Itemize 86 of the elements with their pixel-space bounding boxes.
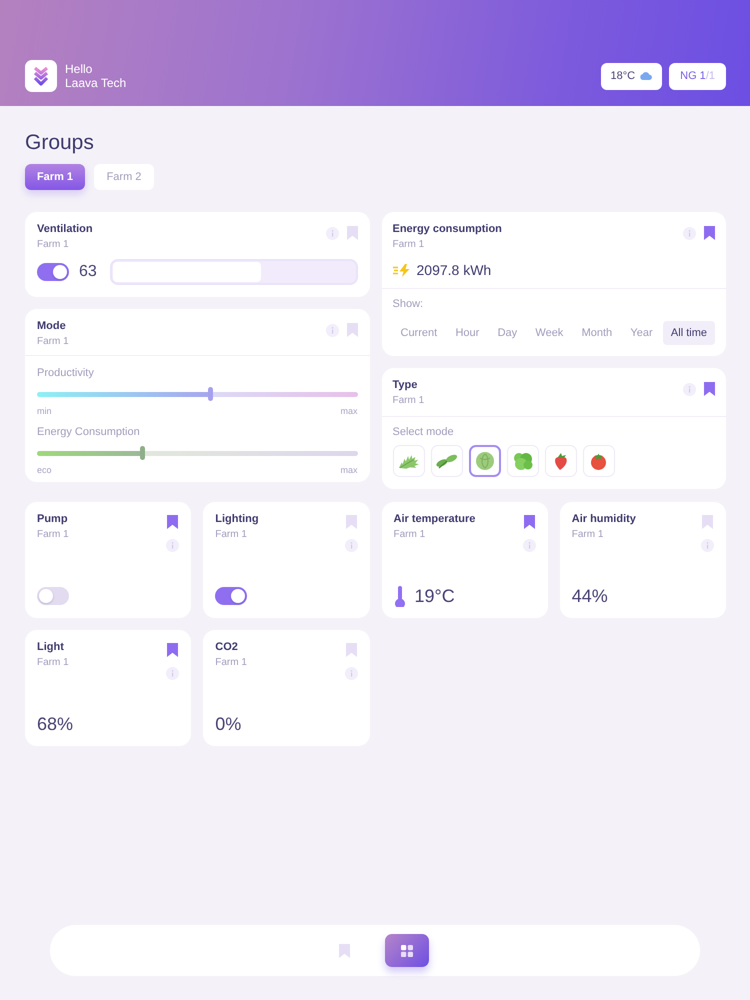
card-subtitle: Farm 1 [37,528,69,542]
dashboard-nav-button[interactable] [385,934,429,967]
page-title: Groups [25,130,94,156]
greeting-text: Hello [65,62,92,76]
show-label: Show: [392,297,424,312]
card-subtitle: Farm 1 [37,238,70,252]
grid-icon [401,944,413,956]
slider-label: Productivity [37,366,94,381]
slider-min-label: min [37,405,52,417]
card-title: Air humidity [572,512,636,527]
bookmark-icon[interactable] [704,226,715,240]
slider-thumb[interactable] [140,446,146,460]
info-icon[interactable] [166,539,180,552]
crop-mode-button[interactable] [468,445,500,477]
weather-badge[interactable]: 18°C [600,62,662,90]
period-tab[interactable]: Hour [447,321,488,345]
info-icon[interactable] [326,226,338,240]
info-icon[interactable] [326,324,338,336]
slider[interactable] [37,446,358,460]
card-title: CO2 [215,640,239,655]
lightning-bolt-icon [392,264,410,276]
card-subtitle: Farm 1 [37,335,69,349]
strawberry-icon [554,452,568,470]
sensor-value: 68% [37,713,74,735]
card-subtitle: Farm 1 [37,656,69,670]
card-subtitle: Farm 1 [572,528,604,542]
toggle-switch[interactable] [37,263,69,281]
ventilation-value: 63 [79,263,98,281]
period-tab[interactable]: All time [662,321,715,345]
user-name: Laava Tech [65,76,126,90]
slider-max-label: max [340,464,358,476]
info-icon[interactable] [344,539,358,552]
card-subtitle: Farm 1 [215,656,247,670]
info-icon[interactable] [683,382,696,396]
card-title: Pump [37,512,69,527]
period-tab[interactable]: Year [622,321,661,345]
card-title: Lighting [215,512,259,527]
sensor-value: 19°C [414,585,455,607]
card-title: Ventilation [37,222,93,237]
group-tab[interactable]: Farm 2 [94,164,154,190]
info-icon[interactable] [683,226,696,240]
logo-icon [25,60,57,92]
bookmark-icon[interactable] [704,382,715,396]
cloud-icon [640,72,652,80]
card-subtitle: Farm 1 [394,528,426,542]
slider-min-label: eco [37,464,52,476]
thermometer-icon [394,586,406,606]
period-tab[interactable]: Current [392,321,446,345]
bookmark-icon[interactable] [167,515,178,529]
bookmark-icon[interactable] [524,515,535,529]
card-subtitle: Farm 1 [392,238,426,252]
bookmark-icon[interactable] [167,643,178,657]
toggle-switch[interactable] [37,587,69,605]
card-subtitle: Farm 1 [215,528,248,542]
slider-thumb[interactable] [208,387,213,401]
card-title: Type [392,378,418,393]
card-title: Air temperature [394,512,476,527]
group-badge[interactable]: NG 1/1 [669,62,726,90]
select-mode-label: Select mode [392,425,454,440]
info-icon[interactable] [344,667,358,680]
card-subtitle: Farm 1 [392,394,424,408]
cabbage-icon [476,452,494,470]
card-title: Energy consumption [392,222,502,237]
period-tab[interactable]: Day [490,321,526,345]
jagged-leaf-icon [398,454,418,468]
info-icon[interactable] [701,539,714,552]
card-title: Mode [37,319,67,334]
group-tab[interactable]: Farm 1 [25,164,85,190]
lettuce-icon [512,452,532,470]
slider[interactable] [37,387,358,401]
sensor-value: 0% [215,713,242,735]
card-title: Light [37,640,65,655]
period-tab[interactable]: Month [574,321,620,345]
sensor-value: 44% [572,585,608,607]
period-tab[interactable]: Week [527,321,572,345]
info-icon[interactable] [522,539,536,552]
slider-track[interactable] [110,259,358,285]
toggle-switch[interactable] [215,587,248,605]
bookmarks-nav-button[interactable] [339,944,350,958]
info-icon[interactable] [166,667,180,680]
bookmark-icon [339,944,350,958]
tomato-icon [590,452,607,470]
energy-value: 2097.8 kWh [416,262,492,278]
slider-label: Energy Consumption [37,425,140,440]
slider-max-label: max [340,405,358,417]
herb-sprig-icon [436,453,458,469]
